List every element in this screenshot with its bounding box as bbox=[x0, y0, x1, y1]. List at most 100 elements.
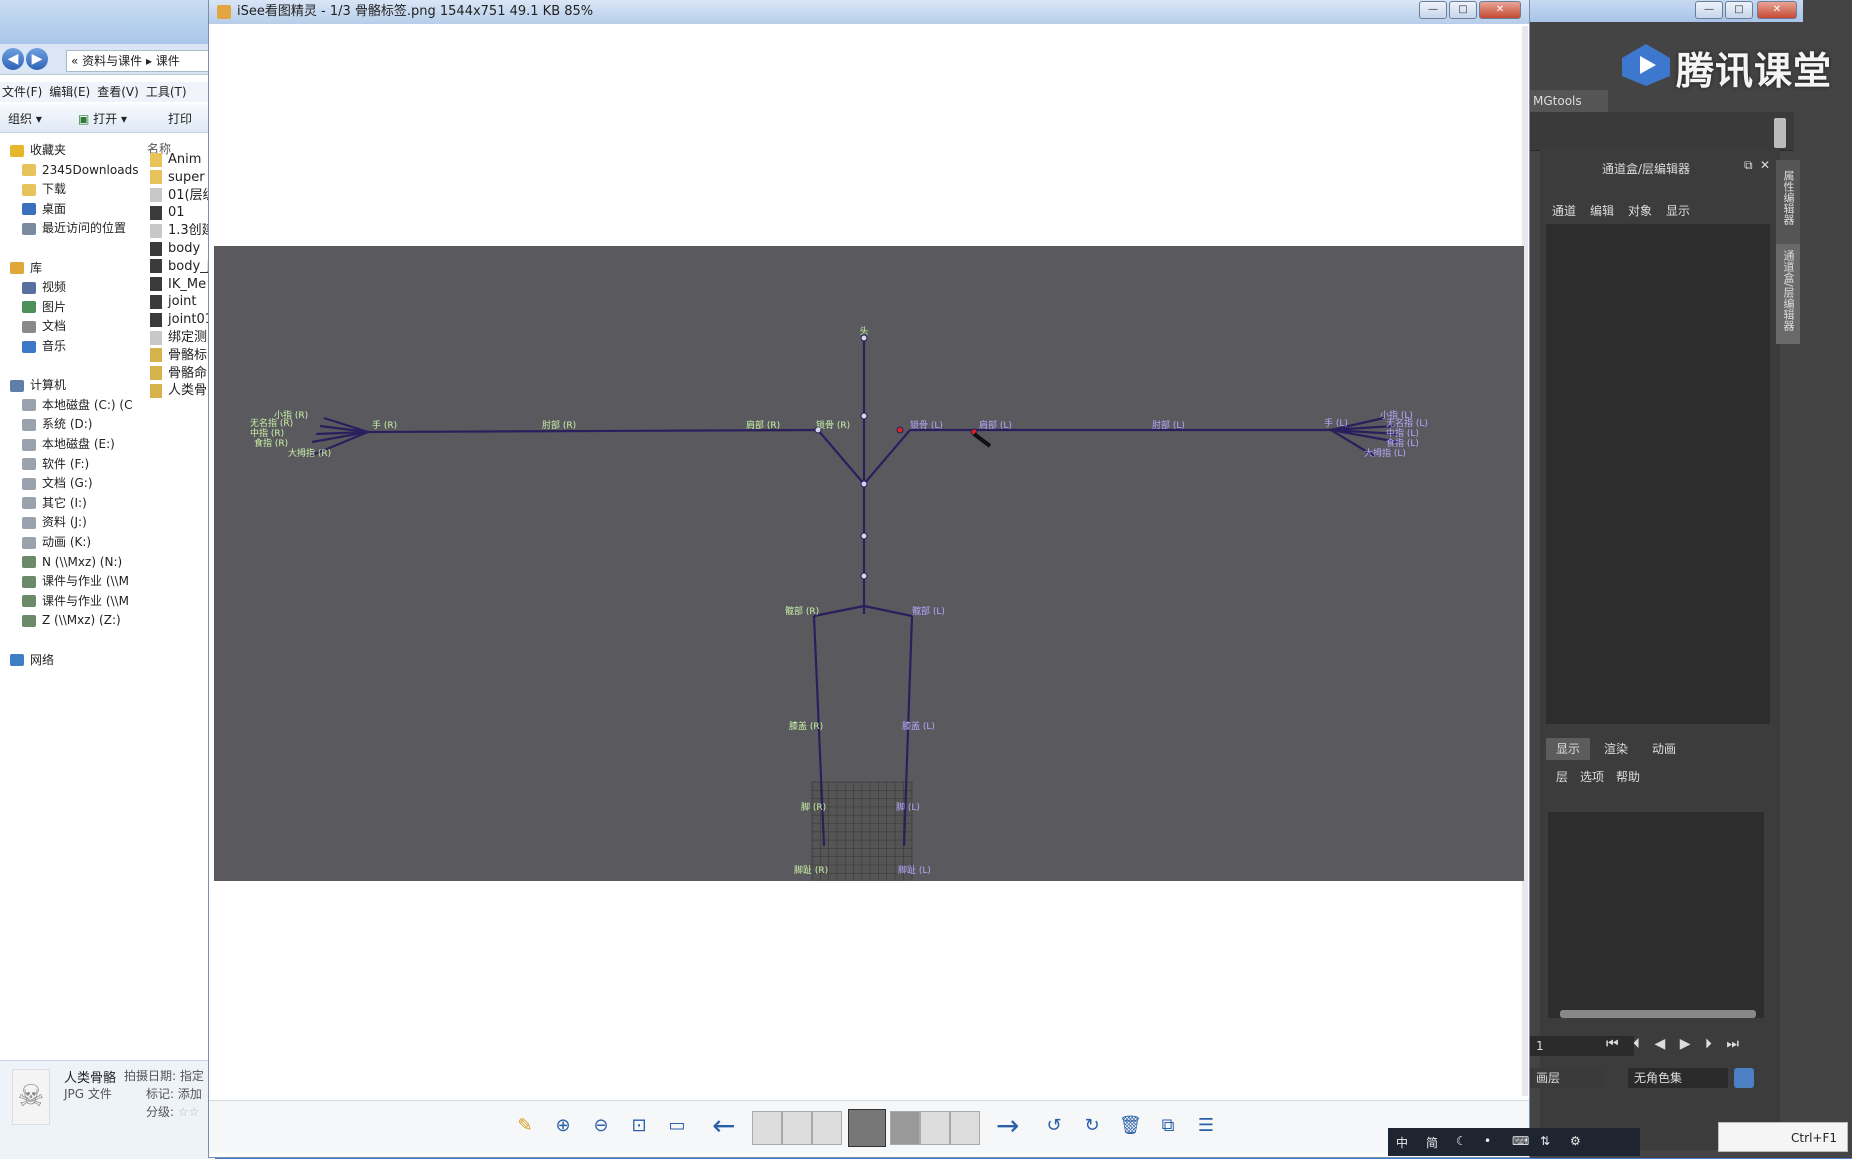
mb-file-icon bbox=[150, 241, 162, 256]
nav-item[interactable]: 图片 bbox=[22, 297, 66, 317]
menu-options[interactable]: 选项 bbox=[1580, 770, 1604, 784]
slideshow-icon[interactable]: ▭ bbox=[666, 1115, 688, 1137]
skeleton-image[interactable]: 头 手 (R) 肘部 (R) 肩部 (R) 锁骨 (R) 髋部 (R) 膝盖 (… bbox=[214, 246, 1524, 883]
mb-file-icon bbox=[150, 259, 162, 274]
nav-item[interactable]: 最近访问的位置 bbox=[22, 218, 126, 238]
maya-minimize-button[interactable]: — bbox=[1695, 1, 1723, 19]
viewer-close-button[interactable]: ✕ bbox=[1479, 1, 1521, 19]
shelf-scrollbar[interactable] bbox=[1774, 118, 1786, 148]
print-button[interactable]: 打印 bbox=[168, 110, 192, 127]
menu-help[interactable]: 帮助 bbox=[1616, 770, 1640, 784]
nav-item[interactable]: 系统 (D:) bbox=[22, 414, 92, 434]
anim-layer-field[interactable]: 画层 bbox=[1530, 1068, 1604, 1088]
back-icon[interactable]: ◀ bbox=[2, 48, 24, 70]
thumbnail-6[interactable] bbox=[920, 1111, 950, 1145]
nav-item[interactable]: 资料 (J:) bbox=[22, 512, 87, 532]
fit-window-icon[interactable]: ⊡ bbox=[628, 1115, 650, 1137]
nav-item[interactable]: 文档 bbox=[22, 316, 66, 336]
nav-item[interactable]: 文档 (G:) bbox=[22, 473, 93, 493]
nav-item[interactable]: 下载 bbox=[22, 179, 66, 199]
folder-file-icon bbox=[150, 152, 162, 167]
bone-lines bbox=[309, 338, 1399, 847]
next-image-icon[interactable]: → bbox=[996, 1112, 1019, 1140]
nav-item[interactable]: 软件 (F:) bbox=[22, 454, 89, 474]
character-set-field[interactable]: 无角色集 bbox=[1628, 1068, 1728, 1088]
file-name: 骨骼命 bbox=[168, 365, 208, 381]
menu-list-icon[interactable]: ☰ bbox=[1195, 1115, 1217, 1137]
float-panel-icon[interactable]: ⧉ bbox=[1744, 158, 1753, 173]
nav-item[interactable]: 视频 bbox=[22, 277, 66, 297]
drive-icon bbox=[22, 399, 36, 412]
zoom-in-icon[interactable]: ⊕ bbox=[552, 1115, 574, 1137]
thumbnail-current[interactable] bbox=[848, 1109, 886, 1147]
zoom-out-icon[interactable]: ⊖ bbox=[590, 1115, 612, 1137]
copy-icon[interactable]: ⧉ bbox=[1157, 1115, 1179, 1137]
nav-item-label: 图片 bbox=[42, 299, 67, 314]
menu-layers[interactable]: 层 bbox=[1556, 770, 1568, 784]
ime-chinese-toggle[interactable]: 中 bbox=[1396, 1134, 1408, 1151]
menu-view[interactable]: 查看(V) bbox=[97, 85, 139, 99]
nav-item[interactable]: 库 bbox=[10, 258, 42, 278]
side-tab-channel-box[interactable]: 通道盒/层编辑器 bbox=[1776, 244, 1800, 344]
menu-object[interactable]: 对象 bbox=[1628, 204, 1652, 218]
nav-item[interactable]: 动画 (K:) bbox=[22, 532, 91, 552]
previous-image-icon[interactable]: ← bbox=[712, 1112, 735, 1140]
nav-item[interactable]: 本地磁盘 (C:) (C bbox=[22, 395, 132, 415]
menu-file[interactable]: 文件(F) bbox=[2, 85, 42, 99]
rotate-right-icon[interactable]: ↻ bbox=[1081, 1115, 1103, 1137]
nav-item[interactable]: 2345Downloads bbox=[22, 160, 138, 180]
nav-item[interactable]: 计算机 bbox=[10, 375, 66, 395]
maya-tool-shelf bbox=[1530, 112, 1794, 151]
ime-simplified-toggle[interactable]: 简 bbox=[1426, 1134, 1438, 1151]
menu-channels[interactable]: 通道 bbox=[1552, 204, 1576, 218]
layer-tab-anim[interactable]: 动画 bbox=[1642, 738, 1686, 760]
viewer-maximize-button[interactable]: □ bbox=[1449, 1, 1477, 19]
playback-controls[interactable]: ⏮ ⏴ ◀ ▶ ⏵ ⏭ bbox=[1606, 1036, 1744, 1052]
nav-item[interactable]: 其它 (I:) bbox=[22, 493, 87, 513]
maya-close-button[interactable]: ✕ bbox=[1757, 1, 1797, 19]
label-left-hip: 髋部 (L) bbox=[912, 605, 945, 617]
menu-tools[interactable]: 工具(T) bbox=[146, 85, 187, 99]
nav-item[interactable]: Z (\\Mxz) (Z:) bbox=[22, 610, 121, 630]
menu-edit[interactable]: 编辑(E) bbox=[49, 85, 90, 99]
nav-item[interactable]: 桌面 bbox=[22, 199, 66, 219]
delete-icon[interactable]: 🗑 bbox=[1119, 1115, 1142, 1137]
ime-tools-icon[interactable]: ⇅ bbox=[1540, 1134, 1550, 1148]
thumbnail-5[interactable] bbox=[890, 1111, 920, 1145]
organize-button[interactable]: 组织 ▾ bbox=[8, 110, 42, 127]
breadcrumb[interactable]: « 资料与课件 ▸ 课件 bbox=[66, 50, 221, 72]
forward-icon[interactable]: ▶ bbox=[26, 48, 48, 70]
maya-maximize-button[interactable]: □ bbox=[1725, 1, 1753, 19]
list-item[interactable]: 人类骨 bbox=[150, 381, 207, 401]
layer-tab-render[interactable]: 渲染 bbox=[1594, 738, 1638, 760]
nav-item[interactable]: 课件与作业 (\\M bbox=[22, 591, 129, 611]
ime-settings-icon[interactable]: ⚙ bbox=[1570, 1134, 1581, 1148]
thumbnail-1[interactable] bbox=[752, 1111, 782, 1145]
viewer-minimize-button[interactable]: — bbox=[1419, 1, 1447, 19]
nav-item[interactable]: 收藏夹 bbox=[10, 140, 66, 160]
thumbnail-7[interactable] bbox=[950, 1111, 980, 1145]
nav-item-label: 库 bbox=[30, 260, 43, 275]
mgtools-tab[interactable]: MGtools bbox=[1530, 90, 1608, 112]
brush-icon[interactable]: ✎ bbox=[514, 1115, 536, 1137]
ime-moon-icon[interactable]: ☾ bbox=[1456, 1134, 1467, 1148]
nav-item[interactable]: N (\\Mxz) (N:) bbox=[22, 552, 122, 572]
auto-key-icon[interactable] bbox=[1734, 1068, 1754, 1088]
close-panel-icon[interactable]: ✕ bbox=[1760, 158, 1770, 172]
ime-keyboard-icon[interactable]: ⌨ bbox=[1512, 1134, 1529, 1148]
thumbnail-2[interactable] bbox=[782, 1111, 812, 1145]
rotate-left-icon[interactable]: ↺ bbox=[1043, 1115, 1065, 1137]
nav-item[interactable]: 网络 bbox=[10, 650, 54, 670]
menu-show[interactable]: 显示 bbox=[1666, 204, 1690, 218]
nav-item-label: N (\\Mxz) (N:) bbox=[42, 554, 123, 569]
nav-item[interactable]: 音乐 bbox=[22, 336, 66, 356]
menu-edit-channels[interactable]: 编辑 bbox=[1590, 204, 1614, 218]
ime-punct-icon[interactable]: • bbox=[1484, 1134, 1491, 1148]
open-button[interactable]: ▣ 打开 ▾ bbox=[78, 110, 127, 127]
layer-tab-display[interactable]: 显示 bbox=[1546, 738, 1590, 760]
thumbnail-3[interactable] bbox=[812, 1111, 842, 1145]
nav-item[interactable]: 课件与作业 (\\M bbox=[22, 571, 129, 591]
layer-scrollbar[interactable] bbox=[1560, 1010, 1756, 1018]
explorer-details-pane: ☠ 人类骨骼 JPG 文件 拍摄日期: 指定 标记: 添加 分级: ☆☆ bbox=[0, 1060, 215, 1159]
nav-item[interactable]: 本地磁盘 (E:) bbox=[22, 434, 115, 454]
